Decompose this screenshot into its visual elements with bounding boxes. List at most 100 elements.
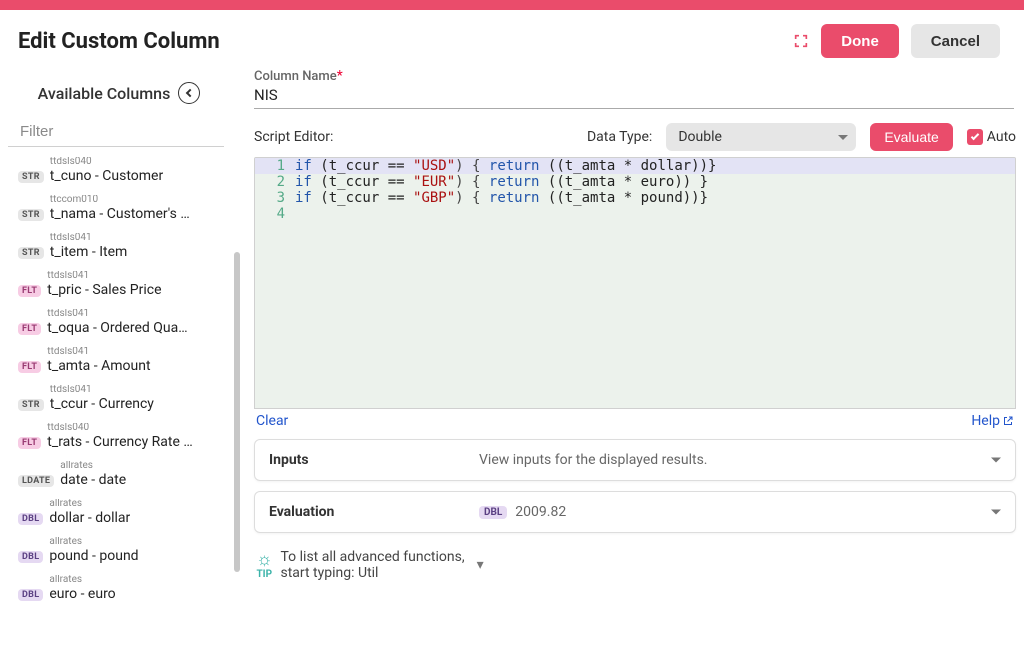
column-source: ttdsls040 xyxy=(50,157,163,167)
column-list-item[interactable]: DBL allratesdollar - dollar xyxy=(8,495,224,533)
type-badge: DBL xyxy=(18,551,43,563)
page-header: Edit Custom Column Done Cancel xyxy=(0,10,1024,68)
column-label: dollar - dollar xyxy=(49,510,130,526)
help-label: Help xyxy=(971,413,1000,429)
inputs-panel-title: Inputs xyxy=(269,452,479,468)
evaluation-type-badge: DBL xyxy=(479,506,507,519)
type-badge: STR xyxy=(18,171,44,183)
type-badge: STR xyxy=(18,247,44,259)
column-label: t_nama - Customer's … xyxy=(50,206,190,222)
type-badge: FLT xyxy=(18,323,41,335)
fullscreen-icon[interactable] xyxy=(793,33,809,49)
inputs-panel-hint: View inputs for the displayed results. xyxy=(479,452,1001,468)
column-list-item[interactable]: FLT ttdsls040t_rats - Currency Rate … xyxy=(8,419,224,457)
code-line[interactable]: 3if (t_ccur == "GBP") { return ((t_amta … xyxy=(255,190,1015,206)
column-source: ttccom010 xyxy=(50,195,190,205)
evaluation-panel-title: Evaluation xyxy=(269,504,479,520)
column-list-item[interactable]: STRttdsls040t_cuno - Customer xyxy=(8,153,224,191)
done-button[interactable]: Done xyxy=(821,24,899,58)
type-badge: STR xyxy=(18,399,44,411)
editor-footer: Clear Help xyxy=(254,409,1016,439)
chevron-down-icon[interactable] xyxy=(991,510,1001,515)
column-list-item[interactable]: LDATE allratesdate - date xyxy=(8,457,224,495)
column-source: ttdsls041 xyxy=(47,347,150,357)
collapse-left-panel-button[interactable] xyxy=(178,82,200,104)
tip-icon: ☼ TIP xyxy=(256,551,273,580)
column-label: t_oqua - Ordered Qua… xyxy=(47,320,187,336)
lightbulb-icon: ☼ xyxy=(256,551,273,569)
code-line[interactable]: 4 xyxy=(255,206,1015,222)
column-list: STRttdsls040t_cuno - CustomerSTRttccom01… xyxy=(8,147,240,609)
column-list-item[interactable]: FLT ttdsls041t_oqua - Ordered Qua… xyxy=(8,305,224,343)
filter-row xyxy=(8,116,224,147)
column-label: t_rats - Currency Rate … xyxy=(47,434,192,450)
code-content: if (t_ccur == "GBP") { return ((t_amta *… xyxy=(295,190,708,206)
tip-label: TIP xyxy=(256,569,272,580)
column-source: allrates xyxy=(49,575,115,585)
data-type-value: Double xyxy=(678,129,722,145)
evaluation-panel[interactable]: Evaluation DBL 2009.82 xyxy=(254,491,1016,533)
column-name-input[interactable]: NIS xyxy=(254,84,1014,104)
type-badge: DBL xyxy=(18,589,43,601)
column-list-item[interactable]: FLTttdsls041t_amta - Amount xyxy=(8,343,224,381)
chevron-down-icon[interactable] xyxy=(991,458,1001,463)
cancel-button[interactable]: Cancel xyxy=(911,24,1000,58)
chevron-down-icon[interactable]: ▾ xyxy=(477,557,484,573)
tip-text: To list all advanced functions, start ty… xyxy=(281,549,465,581)
top-accent-bar xyxy=(0,0,1024,10)
data-type-select[interactable]: Double xyxy=(666,123,856,151)
code-line[interactable]: 2if (t_ccur == "EUR") { return ((t_amta … xyxy=(255,174,1015,190)
type-badge: LDATE xyxy=(18,475,54,487)
header-actions: Done Cancel xyxy=(793,24,1000,58)
column-source: ttdsls041 xyxy=(47,309,187,319)
editor-toolbar: Script Editor: Data Type: Double Evaluat… xyxy=(254,109,1016,157)
column-name-field: Column Name* NIS xyxy=(254,68,1014,109)
type-badge: STR xyxy=(18,209,44,221)
column-list-item[interactable]: STR ttccom010t_nama - Customer's … xyxy=(8,191,224,229)
column-label: t_item - Item xyxy=(50,244,128,260)
tip-line-1: To list all advanced functions, xyxy=(281,549,465,565)
evaluation-value: 2009.82 xyxy=(515,504,566,520)
column-list-item[interactable]: DBLallrateseuro - euro xyxy=(8,571,224,609)
column-list-item[interactable]: DBLallratespound - pound xyxy=(8,533,224,571)
required-asterisk: * xyxy=(337,68,343,84)
column-source: allrates xyxy=(60,461,126,471)
type-badge: FLT xyxy=(18,285,41,297)
column-list-item[interactable]: STRttdsls041t_item - Item xyxy=(8,229,224,267)
auto-label: Auto xyxy=(987,129,1016,145)
column-name-label: Column Name xyxy=(254,69,337,84)
column-label: t_ccur - Currency xyxy=(50,396,154,412)
type-badge: DBL xyxy=(18,513,43,525)
tip-line-2: start typing: Util xyxy=(281,565,465,581)
script-editor[interactable]: 1if (t_ccur == "USD") { return ((t_amta … xyxy=(254,157,1016,409)
chevron-down-icon xyxy=(838,135,848,140)
clear-link[interactable]: Clear xyxy=(256,413,288,429)
code-content: if (t_ccur == "USD") { return ((t_amta *… xyxy=(295,158,716,174)
column-label: date - date xyxy=(60,472,126,488)
external-link-icon xyxy=(1002,415,1014,427)
code-line[interactable]: 1if (t_ccur == "USD") { return ((t_amta … xyxy=(255,158,1015,174)
line-number: 4 xyxy=(255,206,295,222)
column-label: t_pric - Sales Price xyxy=(47,282,161,298)
column-source: ttdsls041 xyxy=(47,271,161,281)
type-badge: FLT xyxy=(18,437,41,449)
column-source: allrates xyxy=(49,499,130,509)
column-label: t_amta - Amount xyxy=(47,358,150,374)
available-columns-panel: Available Columns STRttdsls040t_cuno - C… xyxy=(0,68,240,646)
page-title: Edit Custom Column xyxy=(18,29,220,54)
help-link[interactable]: Help xyxy=(971,413,1014,429)
column-source: ttdsls040 xyxy=(47,423,192,433)
left-scrollbar[interactable] xyxy=(234,252,240,572)
line-number: 3 xyxy=(255,190,295,206)
available-columns-title: Available Columns xyxy=(38,84,171,103)
inputs-panel[interactable]: Inputs View inputs for the displayed res… xyxy=(254,439,1016,481)
column-label: pound - pound xyxy=(49,548,138,564)
column-list-item[interactable]: STRttdsls041t_ccur - Currency xyxy=(8,381,224,419)
column-list-item[interactable]: FLT ttdsls041t_pric - Sales Price xyxy=(8,267,224,305)
script-editor-label: Script Editor: xyxy=(254,129,333,145)
line-number: 2 xyxy=(255,174,295,190)
evaluate-button[interactable]: Evaluate xyxy=(870,123,952,151)
auto-evaluate-toggle[interactable]: Auto xyxy=(967,129,1016,145)
filter-input[interactable] xyxy=(20,123,219,140)
data-type-label: Data Type: xyxy=(587,129,652,145)
